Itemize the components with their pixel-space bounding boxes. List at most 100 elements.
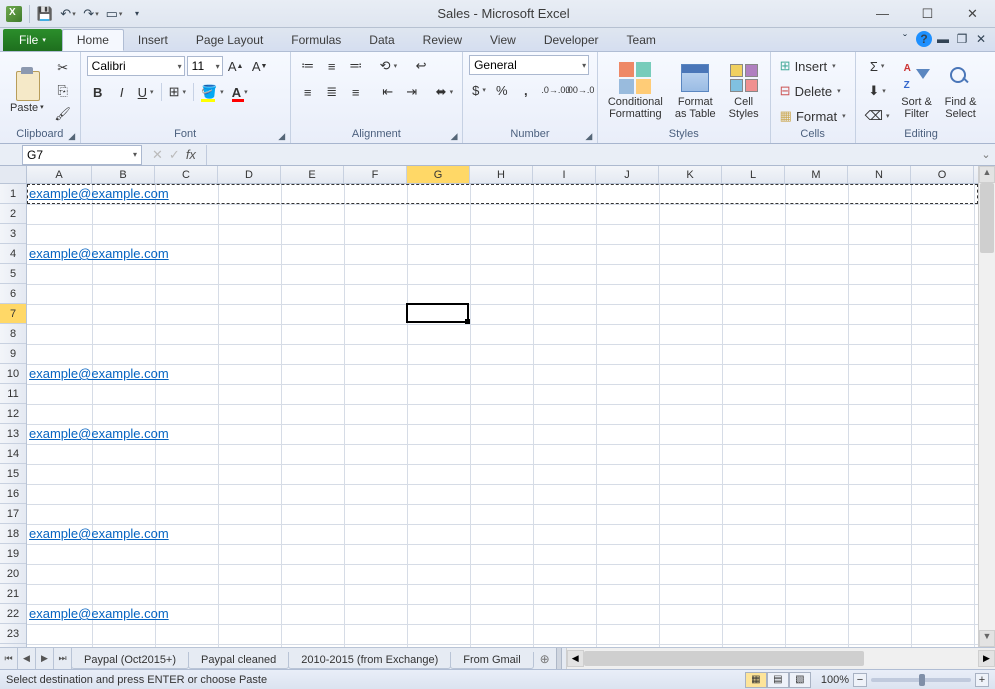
zoom-in-icon[interactable]: + bbox=[975, 673, 989, 687]
row-header[interactable]: 11 bbox=[0, 384, 26, 404]
scroll-thumb-v[interactable] bbox=[980, 183, 994, 253]
borders-icon[interactable]: ⊞ bbox=[166, 81, 189, 103]
column-header[interactable]: C bbox=[155, 166, 218, 183]
row-header[interactable]: 4 bbox=[0, 244, 26, 264]
page-break-view-icon[interactable]: ▧ bbox=[789, 672, 811, 688]
hyperlink-cell[interactable]: example@example.com bbox=[29, 364, 169, 384]
format-painter-icon[interactable]: 🖌 bbox=[52, 103, 74, 125]
font-name-combo[interactable]: Calibri bbox=[87, 56, 185, 76]
scroll-up-icon[interactable]: ▲ bbox=[979, 166, 995, 183]
row-header[interactable]: 12 bbox=[0, 404, 26, 424]
workbook-restore-icon[interactable]: ❐ bbox=[954, 31, 970, 47]
file-tab[interactable]: File▾ bbox=[3, 29, 62, 51]
column-header[interactable]: I bbox=[533, 166, 596, 183]
row-header[interactable]: 3 bbox=[0, 224, 26, 244]
row-header[interactable]: 14 bbox=[0, 444, 26, 464]
row-header[interactable]: 23 bbox=[0, 624, 26, 644]
maximize-button[interactable]: ☐ bbox=[905, 0, 950, 28]
fill-color-icon[interactable]: 🪣 bbox=[198, 81, 227, 103]
hyperlink-cell[interactable]: example@example.com bbox=[29, 184, 169, 204]
column-header[interactable]: N bbox=[848, 166, 911, 183]
alignment-launcher-icon[interactable]: ◢ bbox=[448, 130, 460, 142]
select-all-corner[interactable] bbox=[0, 166, 27, 183]
save-icon[interactable]: 💾 bbox=[35, 4, 55, 24]
workbook-minimize-icon[interactable]: ▬ bbox=[935, 31, 951, 47]
row-header[interactable]: 13 bbox=[0, 424, 26, 444]
increase-indent-icon[interactable]: ⇥ bbox=[401, 81, 423, 103]
sheet-nav-first-icon[interactable]: ⏮ bbox=[0, 648, 18, 669]
cancel-formula-icon[interactable]: ✕ bbox=[152, 147, 163, 163]
zoom-slider[interactable] bbox=[871, 678, 971, 682]
enter-formula-icon[interactable]: ✓ bbox=[169, 147, 180, 163]
align-center-icon[interactable]: ≣ bbox=[321, 81, 343, 103]
comma-format-icon[interactable]: , bbox=[515, 79, 537, 101]
row-header[interactable]: 8 bbox=[0, 324, 26, 344]
column-header[interactable]: J bbox=[596, 166, 659, 183]
conditional-formatting-button[interactable]: Conditional Formatting bbox=[604, 60, 667, 122]
percent-format-icon[interactable]: % bbox=[491, 79, 513, 101]
wrap-text-icon[interactable]: ↩ bbox=[410, 55, 432, 77]
tab-review[interactable]: Review bbox=[409, 29, 476, 51]
scroll-left-icon[interactable]: ◀ bbox=[567, 650, 584, 667]
tab-insert[interactable]: Insert bbox=[124, 29, 182, 51]
accounting-format-icon[interactable]: $ bbox=[469, 79, 489, 101]
tab-view[interactable]: View bbox=[476, 29, 530, 51]
align-left-icon[interactable]: ≡ bbox=[297, 81, 319, 103]
insert-sheet-icon[interactable]: ⊕ bbox=[534, 648, 556, 669]
row-header[interactable]: 18 bbox=[0, 524, 26, 544]
zoom-level[interactable]: 100% bbox=[821, 674, 849, 686]
tab-page-layout[interactable]: Page Layout bbox=[182, 29, 277, 51]
scroll-down-icon[interactable]: ▼ bbox=[979, 630, 995, 647]
clipboard-launcher-icon[interactable]: ◢ bbox=[66, 130, 78, 142]
row-header[interactable]: 10 bbox=[0, 364, 26, 384]
name-box[interactable]: G7 bbox=[22, 145, 142, 165]
column-header[interactable]: A bbox=[27, 166, 92, 183]
column-header[interactable]: M bbox=[785, 166, 848, 183]
row-header[interactable]: 2 bbox=[0, 204, 26, 224]
cell-styles-button[interactable]: Cell Styles bbox=[724, 60, 764, 122]
decrease-decimal-icon[interactable]: .00→.0 bbox=[569, 79, 591, 101]
tab-developer[interactable]: Developer bbox=[530, 29, 613, 51]
excel-app-icon[interactable] bbox=[4, 4, 24, 24]
column-header[interactable]: F bbox=[344, 166, 407, 183]
fx-icon[interactable]: fx bbox=[186, 147, 196, 162]
formula-input[interactable] bbox=[206, 145, 977, 165]
column-header[interactable]: E bbox=[281, 166, 344, 183]
zoom-out-icon[interactable]: − bbox=[853, 673, 867, 687]
tab-data[interactable]: Data bbox=[355, 29, 408, 51]
cut-icon[interactable]: ✂ bbox=[52, 57, 74, 79]
format-cells-button[interactable]: ▦Format bbox=[777, 105, 849, 127]
orientation-icon[interactable]: ⟲ bbox=[377, 55, 400, 77]
decrease-indent-icon[interactable]: ⇤ bbox=[377, 81, 399, 103]
copy-icon[interactable]: ⎘ bbox=[52, 80, 74, 102]
help-icon[interactable]: ? bbox=[916, 31, 932, 47]
column-header[interactable]: G bbox=[407, 166, 470, 183]
fill-icon[interactable]: ⬇ bbox=[862, 80, 893, 102]
bold-button[interactable]: B bbox=[87, 81, 109, 103]
font-size-combo[interactable]: 11 bbox=[187, 56, 223, 76]
clear-icon[interactable]: ⌫ bbox=[862, 105, 893, 127]
sheet-tab[interactable]: 2010-2015 (from Exchange) bbox=[288, 652, 451, 669]
horizontal-scrollbar[interactable]: ◀ ▶ bbox=[566, 648, 995, 669]
sheet-nav-next-icon[interactable]: ▶ bbox=[36, 648, 54, 669]
qat-customize-icon[interactable]: ▾ bbox=[127, 4, 147, 24]
normal-view-icon[interactable]: ▦ bbox=[745, 672, 767, 688]
sheet-tab[interactable]: From Gmail bbox=[450, 652, 533, 669]
row-header[interactable]: 6 bbox=[0, 284, 26, 304]
align-top-icon[interactable]: ≔ bbox=[297, 55, 319, 77]
column-header[interactable]: O bbox=[911, 166, 974, 183]
expand-formula-bar-icon[interactable]: ⌄ bbox=[977, 148, 995, 161]
delete-cells-button[interactable]: ⊟Delete bbox=[777, 80, 849, 102]
column-header[interactable]: L bbox=[722, 166, 785, 183]
paste-button[interactable]: Paste▾ bbox=[6, 66, 48, 116]
tab-formulas[interactable]: Formulas bbox=[277, 29, 355, 51]
row-header[interactable]: 22 bbox=[0, 604, 26, 624]
row-header[interactable]: 17 bbox=[0, 504, 26, 524]
scroll-right-icon[interactable]: ▶ bbox=[978, 650, 995, 667]
row-header[interactable]: 19 bbox=[0, 544, 26, 564]
cells-grid[interactable]: example@example.comexample@example.comex… bbox=[27, 184, 978, 647]
row-header[interactable]: 5 bbox=[0, 264, 26, 284]
row-header[interactable]: 1 bbox=[0, 184, 26, 204]
shapes-icon[interactable]: ▭ bbox=[104, 4, 124, 24]
tab-scroll-split[interactable] bbox=[556, 648, 562, 669]
